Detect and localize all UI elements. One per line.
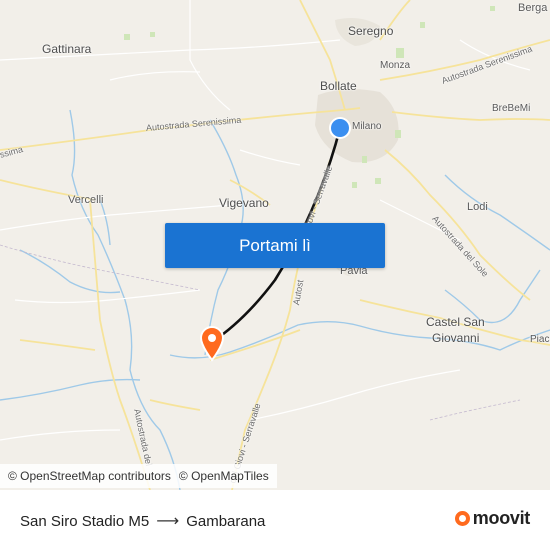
place-label-giovanni: Giovanni xyxy=(432,331,480,345)
moovit-logo-icon xyxy=(454,511,470,526)
route-summary: San Siro Stadio M5 ⟶ Gambarana xyxy=(20,511,265,531)
route-footer: San Siro Stadio M5 ⟶ Gambarana moovit xyxy=(0,490,550,550)
osm-attribution-link[interactable]: © OpenStreetMap contributors xyxy=(8,469,171,483)
place-label-gattinara: Gattinara xyxy=(42,42,92,56)
place-label-bollate: Bollate xyxy=(320,79,357,93)
brand-name: moovit xyxy=(472,508,531,528)
place-label-milano: Milano xyxy=(352,121,382,132)
map-attribution: © OpenStreetMap contributors © OpenMapTi… xyxy=(0,464,277,488)
place-label-vigevano: Vigevano xyxy=(219,196,269,210)
place-label-lodi: Lodi xyxy=(467,201,488,213)
destination-name: Gambarana xyxy=(186,512,266,530)
map-view[interactable]: Berga Gattinara Seregno Monza Bollate Mi… xyxy=(0,0,550,490)
arrow-right-icon: ⟶ xyxy=(156,513,180,530)
openmaptiles-attribution-link[interactable]: © OpenMapTiles xyxy=(179,469,269,483)
place-label-piacenza: Piace xyxy=(530,334,550,345)
place-label-castel-san: Castel San xyxy=(426,315,485,329)
destination-pin-icon[interactable] xyxy=(198,324,226,362)
brand-logo[interactable]: moovit xyxy=(454,508,531,529)
take-me-there-button[interactable]: Portami lì xyxy=(165,223,385,268)
place-label-bergamo: Berga xyxy=(518,2,548,14)
road-label-brebemi: BreBeMi xyxy=(492,103,531,114)
place-label-vercelli: Vercelli xyxy=(68,194,104,206)
origin-dot-icon[interactable] xyxy=(326,114,354,142)
place-label-monza: Monza xyxy=(380,60,411,71)
place-label-seregno: Seregno xyxy=(348,24,394,38)
origin-name: San Siro Stadio M5 xyxy=(20,512,150,530)
